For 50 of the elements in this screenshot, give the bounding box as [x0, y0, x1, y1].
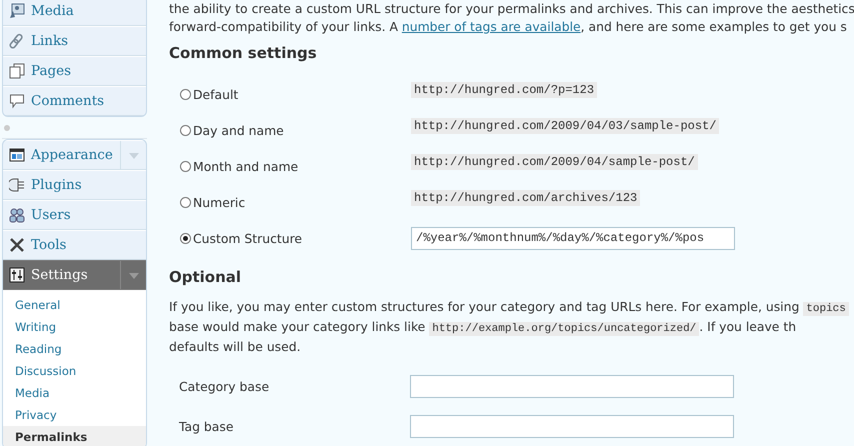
section-heading: Common settings — [169, 44, 318, 62]
pages-icon — [9, 63, 25, 79]
users-icon — [9, 207, 25, 223]
structure-input-field[interactable]: /%year%/%monthnum%/%day%/%category%/%pos — [411, 226, 735, 250]
example-url: http://hungred.com/?p=123 — [411, 82, 598, 98]
field-label: Category base — [178, 379, 270, 394]
speech-bubble-icon — [9, 93, 25, 109]
description-text: If you like, you may enter custom structures for your category and tag URLs here. For example, using topics base would make your category links like http://example.org/topics/uncategorized/ . If you leave th defaults will be used. — [169, 298, 854, 355]
submenu-item[interactable]: Discussion — [3, 360, 146, 382]
tools-icon — [9, 237, 25, 253]
description-text: the ability to create a custom URL structure for your permalinks and archives. This can improve the aesthetics — [169, 0, 854, 18]
field-label: Tag base — [178, 419, 234, 434]
menu-item[interactable]: Appearance — [3, 140, 146, 170]
plug-icon — [9, 177, 25, 193]
radio-button[interactable] — [180, 196, 191, 208]
submenu-item[interactable]: Media — [3, 382, 146, 404]
option-label: Custom Structure — [193, 230, 302, 246]
submenu-item[interactable]: General — [3, 294, 146, 316]
menu-item[interactable]: Settings — [3, 260, 146, 290]
image-icon — [9, 3, 25, 19]
section-heading: Optional — [169, 268, 242, 286]
menu-item[interactable]: Links — [3, 26, 146, 56]
example-url: http://hungred.com/archives/123 — [411, 190, 640, 206]
option-label: Day and name — [193, 122, 284, 138]
chain-icon — [9, 33, 25, 49]
tags-link[interactable]: number of tags are available — [402, 19, 581, 34]
radio-button[interactable] — [180, 232, 191, 244]
input-field[interactable] — [410, 415, 734, 438]
sliders-icon — [9, 267, 25, 283]
window-icon — [9, 147, 25, 163]
option-label: Numeric — [193, 194, 246, 210]
menu-item[interactable]: Pages — [3, 56, 146, 86]
menu-item[interactable]: Plugins — [3, 170, 146, 200]
example-url: http://hungred.com/2009/04/03/sample-post/ — [411, 118, 720, 134]
input-field[interactable] — [410, 375, 734, 398]
menu-item[interactable]: Comments — [3, 86, 146, 116]
submenu-item[interactable]: Reading — [3, 338, 146, 360]
option-label: Default — [193, 86, 238, 102]
description-text: , and here are some examples to get you s — [580, 19, 847, 34]
description-text: forward-compatibility of your links. A — [169, 19, 399, 34]
submenu-item[interactable]: Privacy — [3, 404, 146, 426]
menu-item[interactable]: Users — [3, 200, 146, 230]
submenu-item[interactable]: Permalinks — [3, 426, 146, 446]
radio-button[interactable] — [180, 160, 191, 172]
radio-button[interactable] — [180, 88, 191, 100]
option-label: Month and name — [193, 158, 298, 174]
menu-item[interactable]: Media — [3, 0, 146, 26]
example-url: http://hungred.com/2009/04/sample-post/ — [411, 154, 698, 170]
submenu-item[interactable]: Writing — [3, 316, 146, 338]
radio-button[interactable] — [180, 124, 191, 136]
